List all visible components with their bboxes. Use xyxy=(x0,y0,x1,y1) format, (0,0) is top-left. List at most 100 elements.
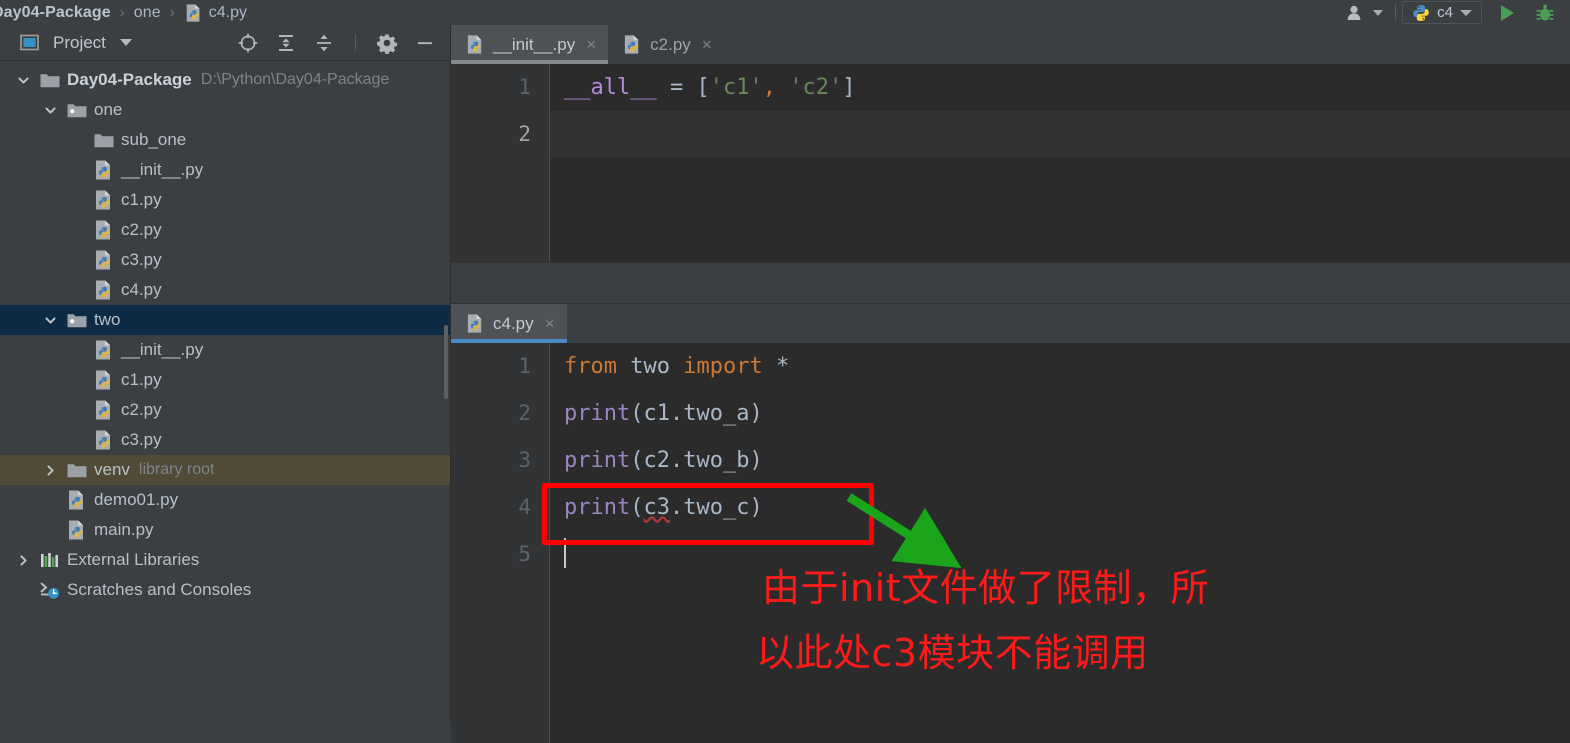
debug-button[interactable] xyxy=(1528,0,1570,25)
python-file-icon xyxy=(96,370,110,390)
code-line[interactable]: __all__ = ['c1', 'c2'] xyxy=(550,64,1570,111)
code-line[interactable] xyxy=(550,111,1570,158)
editor-tabs-bottom[interactable]: c4.py × xyxy=(451,304,1570,343)
settings-gear-icon xyxy=(377,33,398,54)
editor-splitter[interactable] xyxy=(451,262,1570,304)
code-content-c4[interactable]: from two import * print(c1.two_a) print(c2… xyxy=(550,343,1570,743)
chevron-right-icon[interactable] xyxy=(16,553,31,568)
python-file-icon xyxy=(96,280,110,300)
panel-divider xyxy=(355,34,356,51)
tree-node-day04-package[interactable]: Day04-Package D:\Python\Day04-Package xyxy=(0,65,450,95)
code-content-init[interactable]: __all__ = ['c1', 'c2'] xyxy=(550,64,1570,262)
tree-node-c1-py[interactable]: c1.py xyxy=(0,185,450,215)
tree-node-external-libraries[interactable]: External Libraries xyxy=(0,545,450,575)
code-line[interactable] xyxy=(550,531,1570,578)
tree-node-label: __init__.py xyxy=(121,160,204,179)
project-title-group[interactable]: Project xyxy=(20,33,132,53)
project-tree[interactable]: Day04-Package D:\Python\Day04-Package one… xyxy=(0,61,450,721)
hide-panel-button[interactable] xyxy=(412,30,438,56)
editor-tabs-top[interactable]: __init__.py × c2.py × xyxy=(451,25,1570,64)
line-number: 2 xyxy=(518,401,531,425)
project-tree-scrollbar[interactable] xyxy=(444,325,448,399)
close-icon[interactable]: × xyxy=(702,35,712,55)
run-button[interactable] xyxy=(1482,0,1528,25)
code-line[interactable]: print(c1.two_a) xyxy=(550,390,1570,437)
tree-node-label: Scratches and Consoles xyxy=(67,580,252,599)
tree-node-label: c3.py xyxy=(121,430,162,449)
tree-node-scratches-and-consoles[interactable]: Scratches and Consoles xyxy=(0,575,450,605)
tree-node-two[interactable]: two xyxy=(0,305,450,335)
code-token: import xyxy=(683,354,763,379)
tree-node-__init__-py[interactable]: __init__.py xyxy=(0,155,450,185)
tree-node-label: sub_one xyxy=(121,130,187,149)
tree-node-c3-py[interactable]: c3.py xyxy=(0,425,450,455)
chevron-down-icon[interactable] xyxy=(119,39,132,46)
code-token: ] xyxy=(842,75,856,100)
tree-node-c1-py[interactable]: c1.py xyxy=(0,365,450,395)
tree-node-venv[interactable]: venv library root xyxy=(0,455,450,485)
chevron-down-icon[interactable] xyxy=(43,103,58,118)
code-line[interactable]: print(c2.two_b) xyxy=(550,437,1570,484)
folder-icon xyxy=(40,74,60,88)
python-file-icon xyxy=(96,340,110,360)
tree-node-icon xyxy=(66,519,88,541)
gutter-bottom: 1 2 3 4 5 xyxy=(451,343,550,743)
chevron-right-icon[interactable] xyxy=(43,463,58,478)
tree-node-__init__-py[interactable]: __init__.py xyxy=(0,335,450,365)
breadcrumb-separator: › xyxy=(169,4,175,21)
tree-node-one[interactable]: one xyxy=(0,95,450,125)
tree-node-c4-py[interactable]: c4.py xyxy=(0,275,450,305)
tree-expand-arrow[interactable] xyxy=(14,73,32,88)
hide-minimize-icon xyxy=(418,41,432,44)
python-file-icon xyxy=(467,35,482,54)
code-token: c2.two_b xyxy=(643,448,750,473)
user-account-button[interactable] xyxy=(1340,0,1389,25)
settings-button[interactable] xyxy=(374,30,400,56)
tree-node-label: __init__.py xyxy=(121,340,204,359)
tree-node-icon xyxy=(93,219,115,241)
editor-tab-c4-py[interactable]: c4.py × xyxy=(451,304,567,343)
editor-pane-c4[interactable]: 12345 from two import * print(c1.two_a) pr… xyxy=(451,343,1570,743)
code-token: ( xyxy=(630,401,644,426)
tree-node-c2-py[interactable]: c2.py xyxy=(0,395,450,425)
editor-pane-init[interactable]: 12 __all__ = ['c1', 'c2'] xyxy=(451,64,1570,262)
breadcrumb-item-one[interactable]: one xyxy=(134,4,161,22)
expand-all-button[interactable] xyxy=(273,30,299,56)
tree-expand-arrow[interactable] xyxy=(41,313,59,328)
tree-node-icon xyxy=(66,100,88,120)
run-configuration-selector[interactable]: c4 xyxy=(1402,1,1482,24)
locate-target-button[interactable] xyxy=(235,30,261,56)
tree-node-main-py[interactable]: main.py xyxy=(0,515,450,545)
close-icon[interactable]: × xyxy=(586,35,596,55)
close-icon[interactable]: × xyxy=(545,314,555,334)
editor-tab-c2-py[interactable]: c2.py × xyxy=(608,25,724,64)
line-number: 1 xyxy=(518,354,531,378)
code-line[interactable]: from two import * xyxy=(550,343,1570,390)
code-line[interactable]: print(c3.two_c) xyxy=(550,484,1570,531)
code-token: print xyxy=(564,448,631,473)
breadcrumb-item-c4-py[interactable]: c4.py xyxy=(184,3,247,23)
project-title-label: Project xyxy=(53,32,106,52)
chevron-down-icon xyxy=(1373,9,1384,16)
tree-expand-arrow[interactable] xyxy=(41,103,59,118)
tree-node-c3-py[interactable]: c3.py xyxy=(0,245,450,275)
editor-tab-__init__-py[interactable]: __init__.py × xyxy=(451,25,609,64)
collapse-all-button[interactable] xyxy=(311,30,337,56)
breadcrumb-item-day04-package[interactable]: Day04-Package xyxy=(0,4,111,22)
tree-expand-arrow[interactable] xyxy=(41,463,59,478)
tree-node-c2-py[interactable]: c2.py xyxy=(0,215,450,245)
expand-all-icon xyxy=(279,34,293,51)
chevron-down-icon[interactable] xyxy=(43,313,58,328)
tree-node-sub_one[interactable]: sub_one xyxy=(0,125,450,155)
top-toolbar: Day04-Package › one › c4.py c4 xyxy=(0,0,1570,25)
python-file-icon xyxy=(96,400,110,420)
editor-tab-label: c4.py xyxy=(493,313,534,333)
chevron-down-icon xyxy=(1460,9,1472,16)
code-token: ) xyxy=(749,401,763,426)
tree-node-demo01-py[interactable]: demo01.py xyxy=(0,485,450,515)
tree-node-hint: library root xyxy=(138,461,215,478)
package-folder-icon xyxy=(67,104,87,118)
tree-expand-arrow[interactable] xyxy=(14,553,32,568)
chevron-down-icon[interactable] xyxy=(16,73,31,88)
